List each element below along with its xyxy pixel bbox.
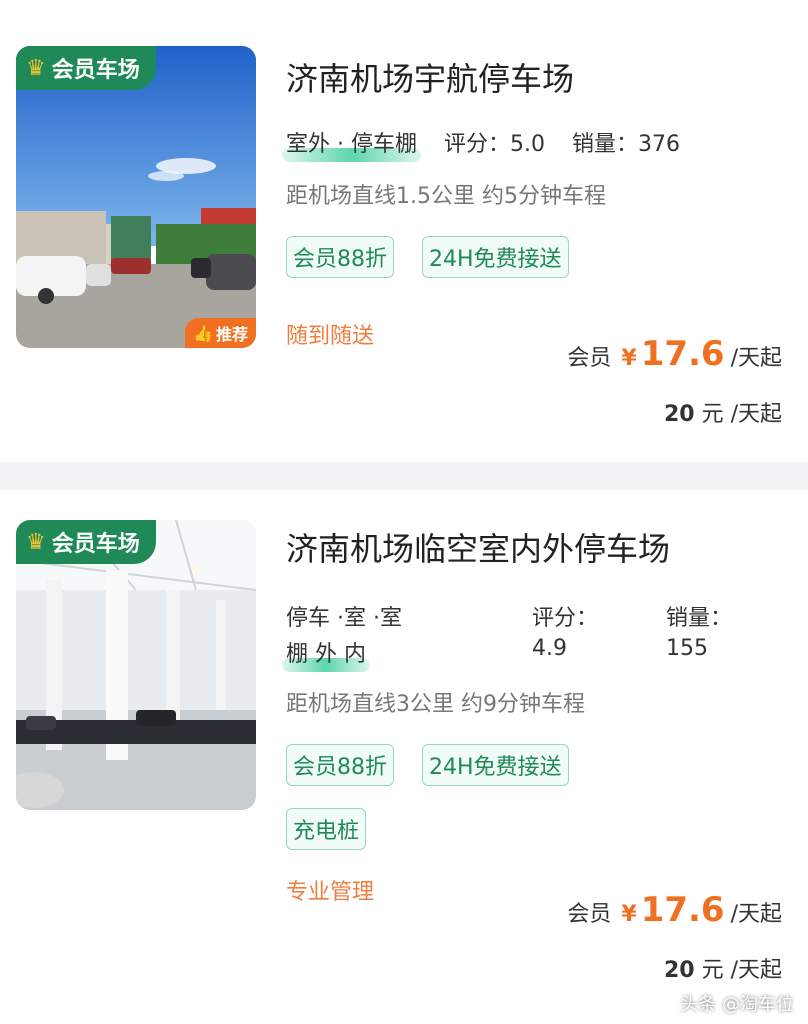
price-unit: /天起 (730, 902, 782, 927)
crown-icon: ♛ (26, 55, 46, 81)
member-price-row: 会员 ¥ 17.6 /天起 (567, 334, 782, 374)
parking-lot-photo[interactable]: ♛ 会员车场 👍 推荐 (16, 46, 256, 348)
crown-icon: ♛ (26, 529, 46, 555)
member-lot-badge-label: 会员车场 (51, 532, 140, 557)
outdoor-lot-image (16, 46, 256, 348)
sales-value: 155 (666, 636, 708, 661)
member-lot-badge: ♛ 会员车场 (16, 520, 156, 564)
parking-lot-photo[interactable]: ♛ 会员车场 (16, 520, 256, 810)
tag-charging-pile: 充电桩 (286, 808, 367, 850)
rating-label: 评分： (443, 132, 510, 157)
member-price-label: 会员 (567, 902, 612, 927)
thumbs-up-icon: 👍 (193, 323, 213, 343)
lot-type: 室外 · 停车棚 (282, 126, 421, 162)
member-price-label: 会员 (567, 346, 612, 371)
lot-type-line-1: 停车 ·室 ·室 (286, 606, 402, 631)
original-price-value: 20 (663, 958, 695, 983)
original-price-unit: 元 /天起 (701, 402, 782, 427)
member-lot-badge: ♛ 会员车场 (16, 46, 156, 90)
price-unit: /天起 (730, 346, 782, 371)
sales-label: 销量： (666, 606, 733, 631)
rating-value: 4.9 (532, 636, 567, 661)
currency-symbol: ¥ (621, 346, 637, 371)
tag-member-discount: 会员88折 (286, 744, 394, 786)
sales-value: 376 (638, 132, 681, 157)
recommend-label: 推荐 (215, 325, 248, 344)
watermark: 头条 @淘车位 (680, 994, 794, 1015)
original-price-value: 20 (663, 402, 695, 427)
member-price-value: 17.6 (640, 334, 725, 374)
parking-card[interactable]: ♛ 会员车场 👍 推荐 济南机场宇航停车场 室外 · 停车棚 评分：5.0 销量… (0, 0, 808, 462)
rating-label: 评分： (532, 606, 599, 631)
rating-value: 5.0 (510, 132, 545, 157)
parking-card[interactable]: ♛ 会员车场 济南机场临空室内外停车场 停车 ·室 ·室 棚 外 内 评分： 4… (0, 490, 808, 1024)
recommend-badge: 👍 推荐 (185, 318, 256, 348)
tag-free-shuttle: 24H免费接送 (422, 236, 569, 278)
original-price-row: 20 元 /天起 (664, 952, 782, 984)
member-price-row: 会员 ¥ 17.6 /天起 (567, 890, 782, 930)
original-price-row: 20 元 /天起 (664, 396, 782, 428)
service-note: 专业管理 (286, 880, 375, 905)
tag-member-discount: 会员88折 (286, 236, 394, 278)
parking-lot-title[interactable]: 济南机场临空室内外停车场 (286, 524, 670, 570)
parking-lot-title[interactable]: 济南机场宇航停车场 (286, 54, 574, 100)
lot-meta: 室外 · 停车棚 评分：5.0 销量：376 (282, 126, 681, 162)
sales-label: 销量： (572, 132, 639, 157)
member-lot-badge-label: 会员车场 (51, 58, 140, 83)
lot-type-line-2: 棚 外 内 (282, 636, 370, 672)
airport-distance: 距机场直线1.5公里 约5分钟车程 (286, 184, 606, 209)
member-price-value: 17.6 (640, 890, 725, 930)
currency-symbol: ¥ (621, 902, 637, 927)
service-note: 随到随送 (286, 324, 375, 349)
airport-distance: 距机场直线3公里 约9分钟车程 (286, 692, 585, 717)
tag-free-shuttle: 24H免费接送 (422, 744, 569, 786)
original-price-unit: 元 /天起 (701, 958, 782, 983)
